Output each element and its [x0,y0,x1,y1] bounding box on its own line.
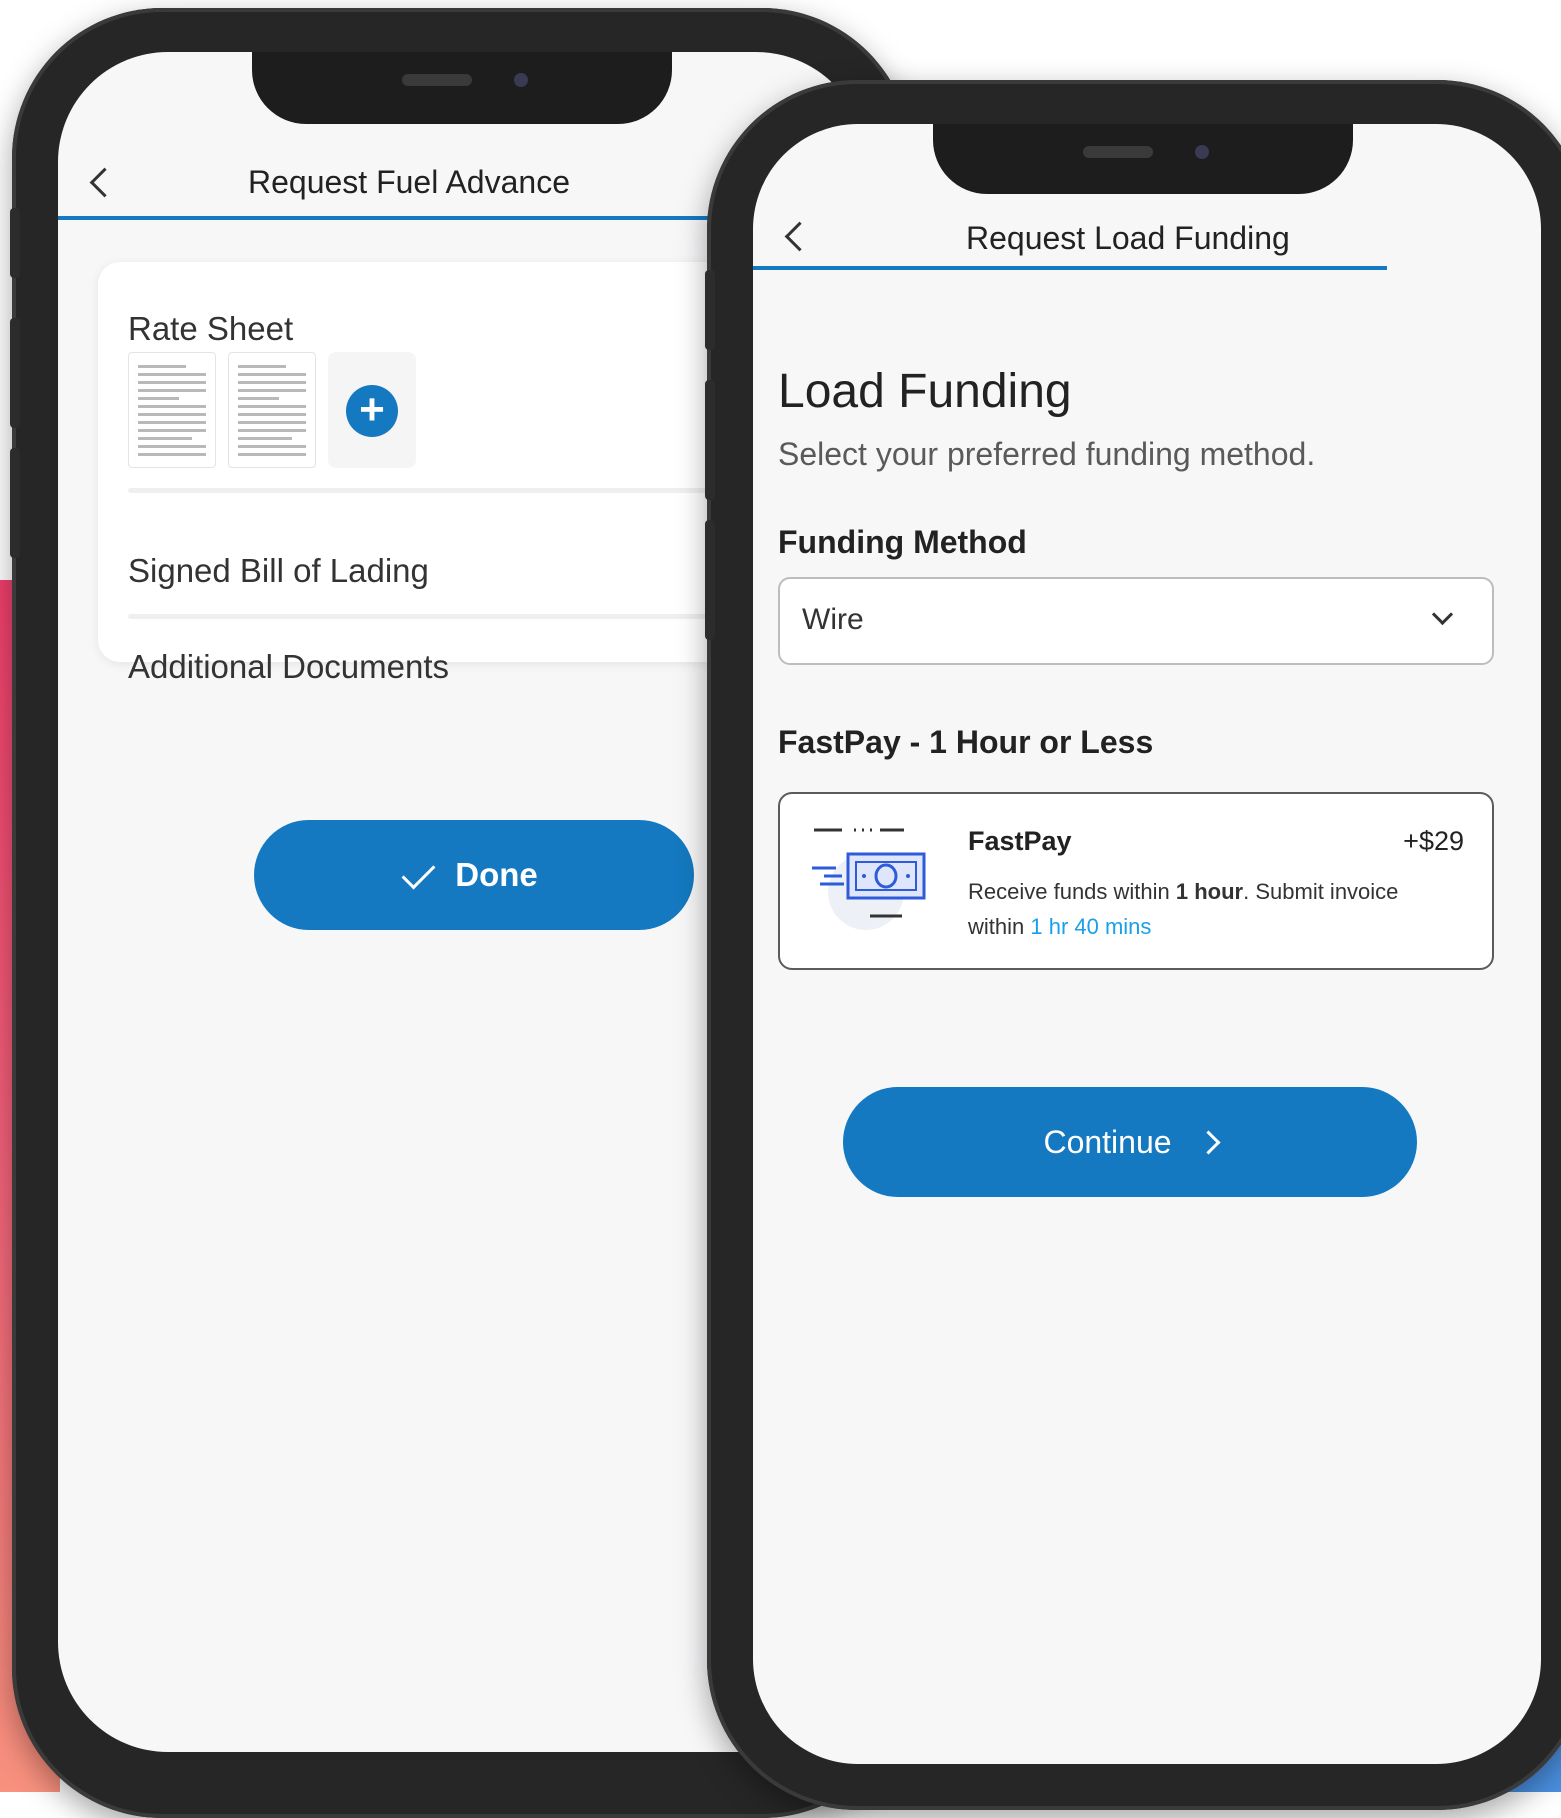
document-thumbnail[interactable] [128,352,216,468]
front-camera [514,73,528,87]
phone-side-button [705,520,715,640]
document-thumbnail[interactable] [228,352,316,468]
screen-load-funding: Request Load Funding Load Funding Select… [753,124,1541,1764]
fastpay-section-label: FastPay - 1 Hour or Less [778,724,1154,760]
back-arrow-icon[interactable] [784,221,815,252]
phone-side-button [705,270,715,350]
fastpay-deadline-link: 1 hr 40 mins [1030,914,1152,939]
phone-side-button [10,448,20,558]
funding-method-select[interactable]: Wire [778,577,1494,665]
plus-icon[interactable]: + [346,385,398,437]
money-transfer-icon [812,828,926,930]
fastpay-option-card[interactable]: FastPay +$29 Receive funds within 1 hour… [778,792,1494,970]
speaker-grille [402,74,472,86]
speaker-grille [1083,146,1153,158]
phone-notch [252,52,672,124]
phone-side-button [10,318,20,428]
chevron-down-icon [1431,603,1454,626]
section-label-rate-sheet: Rate Sheet [128,310,294,347]
front-camera [1195,145,1209,159]
phone-side-button [10,208,20,278]
page-title: Request Fuel Advance [248,164,570,200]
phone-side-button [705,380,715,500]
add-document-tile[interactable]: + [328,352,416,468]
back-arrow-icon[interactable] [89,167,120,198]
funding-method-value: Wire [802,603,864,636]
done-button[interactable]: Done [254,820,694,930]
section-label-additional-documents[interactable]: Additional Documents [128,648,449,686]
done-button-label: Done [455,856,538,893]
phone-load-funding: Request Load Funding Load Funding Select… [705,80,1561,1810]
fastpay-desc-bold: 1 hour [1175,879,1244,904]
header-underline [753,266,1387,270]
continue-button-label: Continue [1043,1124,1172,1160]
page-title: Request Load Funding [966,220,1290,256]
continue-button[interactable]: Continue [843,1087,1417,1197]
section-subtitle: Select your preferred funding method. [778,436,1316,472]
fastpay-description: Receive funds within 1 hour. Submit invo… [968,874,1428,944]
section-heading: Load Funding [778,365,1072,418]
check-icon [401,855,436,890]
fastpay-price: +$29 [1403,826,1464,856]
funding-method-label: Funding Method [778,524,1027,560]
fastpay-desc-prefix: Receive funds within [968,879,1176,904]
fastpay-name: FastPay [968,826,1072,856]
chevron-right-icon [1196,1130,1221,1155]
section-label-bill-of-lading[interactable]: Signed Bill of Lading [128,552,429,590]
phone-notch [933,124,1353,194]
